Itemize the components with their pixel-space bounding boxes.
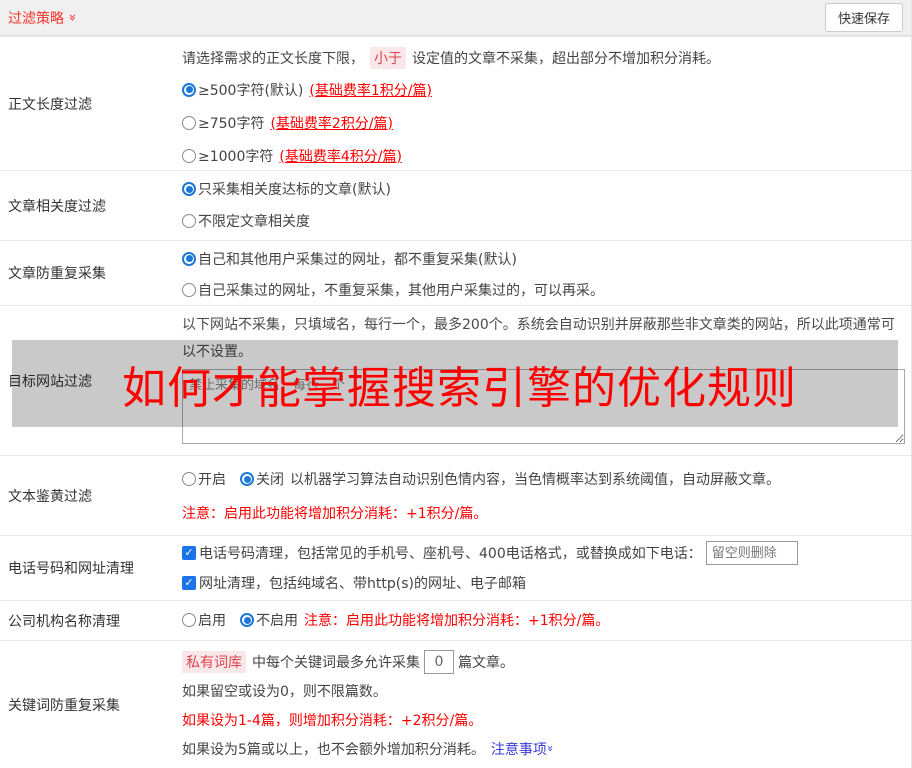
relevance-option-unlimited[interactable]: 不限定文章相关度 [182,205,911,237]
row-target-site-filter: 目标网站过滤 以下网站不采集，只填域名，每行一个，最多200个。系统会自动识别并… [0,305,911,455]
target-site-description: 以下网站不采集，只填域名，每行一个，最多200个。系统会自动识别并屏蔽那些非文章… [182,317,895,360]
page-title-text: 过滤策略 [8,10,64,27]
notes-link[interactable]: 注意事项 » [491,739,557,759]
body-length-option-1000[interactable]: ≥1000字符 (基础费率4积分/篇) [182,139,911,172]
row-phone-url-cleanup: 电话号码和网址清理 ✓ 电话号码清理，包括常见的手机号、座机号、400电话格式，… [0,535,911,600]
phone-cleanup-option: ✓ 电话号码清理，包括常见的手机号、座机号、400电话格式，或替换成如下电话： [182,538,911,568]
relevance-label: 文章相关度过滤 [8,198,106,215]
radio-icon[interactable] [182,251,196,266]
radio-icon[interactable] [182,282,196,297]
keyword-note-over5: 如果设为5篇或以上，也不会额外增加积分消耗。 注意事项 » [182,734,911,763]
check-icon: ✓ [184,546,194,559]
chevron-double-down-icon: » [543,745,557,752]
radio-icon[interactable] [240,613,254,627]
porn-filter-off-label[interactable]: 关闭 [256,469,284,489]
radio-icon[interactable] [182,613,196,627]
porn-filter-on-label[interactable]: 开启 [198,469,226,489]
radio-icon[interactable] [182,472,196,486]
keyword-note-cost: 如果设为1-4篇，则增加积分消耗：+2积分/篇。 [182,712,483,729]
porn-filter-cost-note: 注意：启用此功能将增加积分消耗：+1积分/篇。 [182,506,488,522]
body-length-label: 正文长度过滤 [8,96,92,113]
radio-icon[interactable] [182,82,196,97]
row-dedup-collection: 文章防重复采集 自己和其他用户采集过的网址，都不重复采集(默认) 自己采集过的网… [0,240,911,305]
row-relevance-filter: 文章相关度过滤 只采集相关度达标的文章(默认) 不限定文章相关度 [0,170,911,240]
row-keyword-dedup: 关键词防重复采集 私有词库 中每个关键词最多允许采集 篇文章。 如果留空或设为0… [0,640,911,768]
radio-icon[interactable] [182,115,196,130]
body-length-description: 请选择需求的正文长度下限， 小于 设定值的文章不采集，超出部分不增加积分消耗。 [182,43,911,73]
url-cleanup-option: ✓ 网址清理，包括纯域名、带http(s)的网址、电子邮箱 [182,568,911,598]
row-porn-filter: 文本鉴黄过滤 开启 关闭 以机器学习算法自动识别色情内容，当色情概率达到系统阈值… [0,455,911,535]
keyword-note-unlimited: 如果留空或设为0，则不限篇数。 [182,683,387,700]
company-disable-label[interactable]: 不启用 [256,610,298,630]
body-length-option-500[interactable]: ≥500字符(默认) (基础费率1积分/篇) [182,73,911,106]
keyword-limit-input[interactable] [424,649,454,674]
phone-cleanup-checkbox[interactable]: ✓ [182,546,196,560]
porn-filter-options: 开启 关闭 以机器学习算法自动识别色情内容，当色情概率达到系统阈值，自动屏蔽文章… [182,466,911,492]
body-length-option-750[interactable]: ≥750字符 (基础费率2积分/篇) [182,106,911,139]
company-cost-note: 注意：启用此功能将增加积分消耗：+1积分/篇。 [304,613,610,629]
rate-note: (基础费率2积分/篇) [270,115,394,132]
target-site-label: 目标网站过滤 [8,373,92,390]
dedup-label: 文章防重复采集 [8,266,106,282]
less-than-highlight: 小于 [370,47,406,69]
company-cleanup-label: 公司机构名称清理 [8,613,120,630]
quick-save-button[interactable]: 快速保存 [824,3,903,32]
relevance-option-default[interactable]: 只采集相关度达标的文章(默认) [182,173,911,205]
chevron-double-down-icon: » [64,13,80,22]
rate-note: (基础费率4积分/篇) [279,148,402,165]
phone-url-label: 电话号码和网址清理 [8,561,134,577]
target-site-textarea[interactable] [182,369,905,444]
url-cleanup-checkbox[interactable]: ✓ [182,576,196,590]
company-enable-label[interactable]: 启用 [198,610,226,630]
porn-filter-label: 文本鉴黄过滤 [8,488,92,505]
check-icon: ✓ [184,576,194,589]
row-body-length-filter: 正文长度过滤 请选择需求的正文长度下限， 小于 设定值的文章不采集，超出部分不增… [0,36,911,170]
row-company-cleanup: 公司机构名称清理 启用 不启用 注意：启用此功能将增加积分消耗：+1积分/篇。 [0,600,911,640]
radio-icon[interactable] [182,182,196,196]
radio-icon[interactable] [240,472,254,486]
top-bar: 过滤策略 » 快速保存 [0,0,911,36]
dedup-option-all-users[interactable]: 自己和其他用户采集过的网址，都不重复采集(默认) [182,243,911,274]
private-lexicon-tag: 私有词库 [182,650,246,673]
radio-icon[interactable] [182,148,196,163]
phone-replace-input[interactable] [705,541,798,565]
filter-strategy-page: 过滤策略 » 快速保存 正文长度过滤 请选择需求的正文长度下限， 小于 设定值的… [0,0,912,768]
radio-icon[interactable] [182,214,196,228]
keyword-limit-line: 私有词库 中每个关键词最多允许采集 篇文章。 [182,647,911,676]
keyword-dedup-label: 关键词防重复采集 [8,697,120,714]
page-title[interactable]: 过滤策略 » [8,8,80,28]
company-cleanup-options: 启用 不启用 注意：启用此功能将增加积分消耗：+1积分/篇。 [182,601,911,639]
dedup-option-self-only[interactable]: 自己采集过的网址，不重复采集，其他用户采集过的，可以再采。 [182,274,911,305]
rate-note: (基础费率1积分/篇) [309,82,432,99]
porn-filter-description: 以机器学习算法自动识别色情内容，当色情概率达到系统阈值，自动屏蔽文章。 [290,472,780,488]
